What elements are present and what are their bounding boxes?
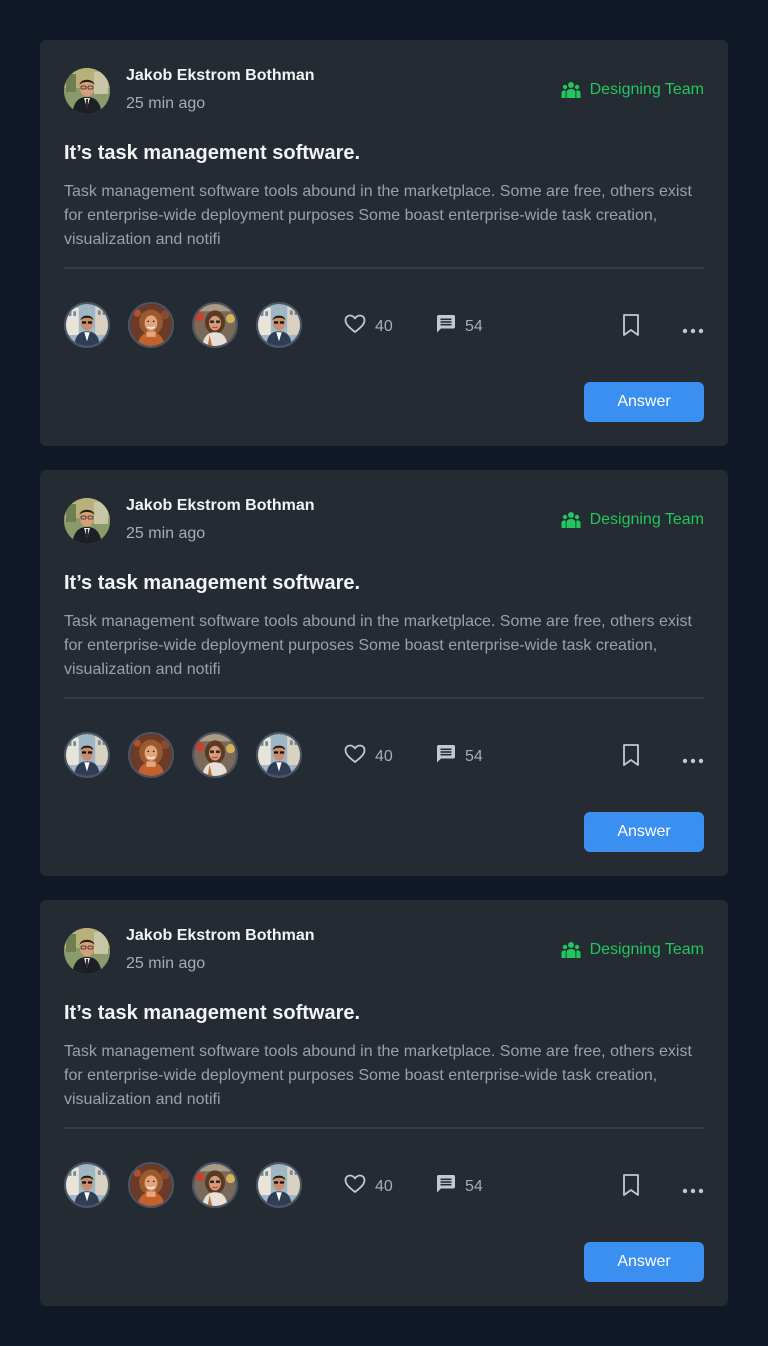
answer-button[interactable]: Answer (584, 1242, 704, 1282)
post-body: Task management software tools abound in… (64, 1043, 692, 1108)
participant-avatar[interactable] (64, 302, 110, 348)
comment-button[interactable]: 54 (436, 1174, 483, 1199)
heart-icon (344, 314, 366, 339)
bookmark-icon[interactable] (620, 1173, 642, 1202)
participant-avatars (64, 302, 302, 348)
comment-count: 54 (465, 1177, 483, 1195)
post-time: 25 min ago (126, 95, 206, 112)
author-name[interactable]: Jakob Ekstrom Bothman (126, 497, 314, 515)
author-avatar[interactable] (64, 498, 110, 544)
more-options-icon[interactable] (682, 321, 704, 339)
like-count: 40 (375, 1177, 393, 1195)
post-body: Task management software tools abound in… (64, 183, 692, 248)
like-count: 40 (375, 317, 393, 335)
comment-count: 54 (465, 317, 483, 335)
post-time: 25 min ago (126, 955, 206, 972)
author-name[interactable]: Jakob Ekstrom Bothman (126, 67, 314, 85)
author-avatar[interactable] (64, 68, 110, 114)
bookmark-icon[interactable] (620, 313, 642, 342)
comment-icon (436, 744, 456, 769)
participant-avatar[interactable] (128, 732, 174, 778)
answer-button[interactable]: Answer (584, 382, 704, 422)
team-name: Designing Team (589, 941, 704, 958)
divider (64, 697, 704, 699)
divider (64, 1127, 704, 1129)
post-title[interactable]: It’s task management software. (64, 142, 360, 165)
post-card: Jakob Ekstrom Bothman 25 min ago Designi… (40, 40, 728, 446)
bookmark-icon[interactable] (620, 743, 642, 772)
comment-icon (436, 314, 456, 339)
participant-avatar[interactable] (192, 732, 238, 778)
participant-avatar[interactable] (64, 1162, 110, 1208)
team-name: Designing Team (589, 511, 704, 528)
comment-button[interactable]: 54 (436, 744, 483, 769)
comment-count: 54 (465, 747, 483, 765)
like-button[interactable]: 40 (344, 314, 393, 339)
participant-avatar[interactable] (256, 302, 302, 348)
participant-avatar[interactable] (128, 1162, 174, 1208)
heart-icon (344, 1174, 366, 1199)
author-name[interactable]: Jakob Ekstrom Bothman (126, 927, 314, 945)
participant-avatar[interactable] (192, 1162, 238, 1208)
participant-avatars (64, 732, 302, 778)
like-button[interactable]: 40 (344, 1174, 393, 1199)
post-title[interactable]: It’s task management software. (64, 572, 360, 595)
like-count: 40 (375, 747, 393, 765)
users-group-icon (561, 940, 581, 960)
heart-icon (344, 744, 366, 769)
comment-icon (436, 1174, 456, 1199)
post-title[interactable]: It’s task management software. (64, 1002, 360, 1025)
participant-avatar[interactable] (256, 732, 302, 778)
author-avatar[interactable] (64, 928, 110, 974)
post-card: Jakob Ekstrom Bothman 25 min ago Designi… (40, 900, 728, 1306)
post-feed: Jakob Ekstrom Bothman 25 min ago Designi… (0, 0, 768, 1346)
participant-avatar[interactable] (128, 302, 174, 348)
answer-button[interactable]: Answer (584, 812, 704, 852)
divider (64, 267, 704, 269)
more-options-icon[interactable] (682, 751, 704, 769)
post-card: Jakob Ekstrom Bothman 25 min ago Designi… (40, 470, 728, 876)
post-body: Task management software tools abound in… (64, 613, 692, 678)
team-name: Designing Team (589, 81, 704, 98)
more-options-icon[interactable] (682, 1181, 704, 1199)
participant-avatar[interactable] (256, 1162, 302, 1208)
users-group-icon (561, 510, 581, 530)
participant-avatar[interactable] (192, 302, 238, 348)
post-time: 25 min ago (126, 525, 206, 542)
team-badge[interactable]: Designing Team (561, 940, 704, 960)
users-group-icon (561, 80, 581, 100)
team-badge[interactable]: Designing Team (561, 510, 704, 530)
comment-button[interactable]: 54 (436, 314, 483, 339)
team-badge[interactable]: Designing Team (561, 80, 704, 100)
participant-avatars (64, 1162, 302, 1208)
participant-avatar[interactable] (64, 732, 110, 778)
like-button[interactable]: 40 (344, 744, 393, 769)
